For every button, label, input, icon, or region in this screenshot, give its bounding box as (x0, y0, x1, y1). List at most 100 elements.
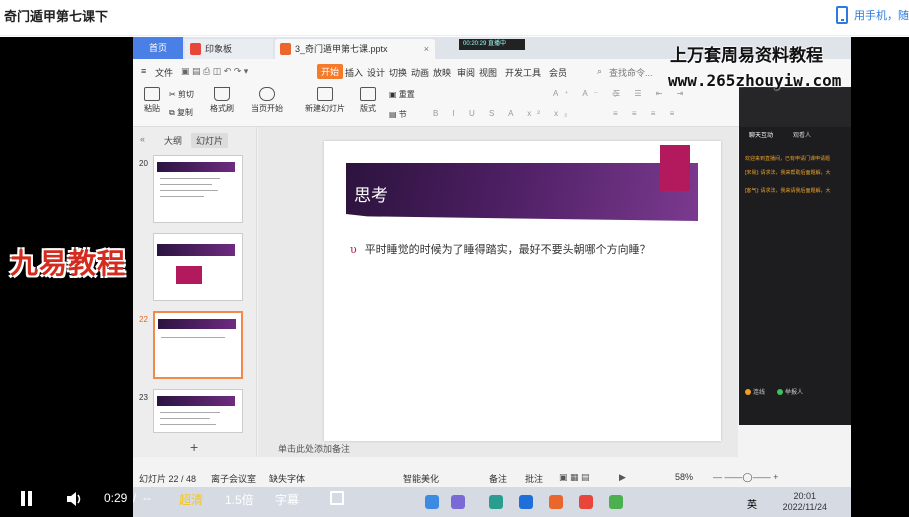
new-slide-label: 新建幻灯片 (305, 104, 345, 113)
slide-thumbnail (153, 389, 243, 433)
watermark-top: 上万套周易资料教程 (670, 46, 823, 65)
total-time: -- (143, 491, 151, 505)
menu-file: 文件 (155, 68, 174, 78)
thumbnail-number: 20 (139, 159, 148, 168)
mobile-link-label: 用手机，随 (854, 10, 909, 22)
tab-viewers: 观看人 (793, 133, 812, 139)
thumbnail-banner (157, 396, 235, 406)
pane-tabs: « 大纲 幻灯片 (133, 127, 257, 151)
quick-access-icons: ▣ ▤ ⎙ ◫ ↶ ↷ ▾ (181, 66, 249, 76)
reset-button: ▣ 重置 (389, 90, 415, 99)
copy-label: 复制 (176, 108, 193, 117)
tab-board: 印象板 (185, 39, 273, 59)
chat-header (739, 87, 851, 127)
slide-title-banner (346, 163, 698, 221)
paste-icon (144, 87, 160, 101)
thumbnail-number: 22 (139, 315, 148, 324)
tab-pptx-label: 3_奇门遁甲第七课.pptx (295, 44, 388, 54)
board-icon (190, 43, 201, 55)
font-format-icons: B I U S A x² x₂ (433, 109, 574, 118)
thumbnail-row-selected: 22 (133, 311, 253, 383)
video-screen: 首页 印象板 3_奇门遁甲第七课.pptx × 00:20:29 直播中 ≡ 文… (133, 37, 851, 517)
tab-home: 首页 (133, 37, 183, 59)
thumbnail-banner (158, 319, 236, 329)
volume-icon (67, 492, 81, 506)
menu-icon: ≡ (141, 66, 147, 76)
copy-button: ⧉ 复制 (169, 108, 193, 117)
mobile-view-link[interactable]: 用手机，随 (836, 4, 909, 26)
align-icons: ≡ ≡ ≡ ≡ (613, 109, 681, 118)
layout-icon (360, 87, 376, 101)
slide-thumbnail (153, 233, 243, 301)
report-label: 举报人 (785, 390, 804, 396)
tab-outline: 大纲 (164, 136, 183, 146)
current-time: 0:29 (104, 491, 128, 505)
menu-design: 设计 (367, 68, 386, 78)
reset-label: 重置 (398, 90, 415, 99)
video-player[interactable]: 首页 印象板 3_奇门遁甲第七课.pptx × 00:20:29 直播中 ≡ 文… (0, 37, 909, 517)
slide-bullet-text: 平时睡觉的时候为了睡得踏实，最好不要头朝哪个方向睡？ (364, 243, 651, 256)
phone-icon (836, 6, 848, 24)
time-separator: / (133, 491, 137, 505)
tab-board-label: 印象板 (205, 44, 233, 54)
slideshow-icon: ▶ (619, 472, 626, 482)
watermark-url: www.265zhouyiw.com (668, 71, 842, 90)
thumbnail-text-line (160, 418, 210, 419)
menu-view: 视图 (479, 68, 498, 78)
brush-icon (214, 87, 230, 101)
quality-button[interactable]: 超清 (179, 491, 203, 508)
new-slide-icon (317, 87, 333, 101)
thumbnail-row: 21 (133, 233, 253, 305)
menu-slideshow: 放映 (433, 68, 452, 78)
thumbnail-number: 21 (139, 237, 148, 246)
cut-label: 剪切 (177, 90, 194, 99)
page-header: 奇门遁甲第七课下 用手机，随 (0, 0, 909, 36)
format-painter-button: 格式刷 (207, 87, 237, 114)
menu-animation: 动画 (411, 68, 430, 78)
ppt-file-icon (280, 43, 291, 55)
slide-bullet: υ 平时睡觉的时候为了睡得踏实，最好不要头朝哪个方向睡？ (350, 241, 651, 257)
bullet-icon: υ (350, 243, 357, 256)
live-status-chip: 00:20:29 直播中 (459, 39, 525, 50)
play-from-current-label: 当页开始 (251, 104, 283, 113)
tab-slides: 幻灯片 (191, 133, 229, 148)
layout-button: 版式 (355, 87, 381, 114)
connect-dot-icon (745, 388, 751, 395)
thumbnail-text-line (160, 412, 220, 413)
current-slide: 思考 υ 平时睡觉的时候为了睡得踏实，最好不要头朝哪个方向睡？ (324, 141, 721, 441)
paste-label: 粘贴 (144, 104, 160, 113)
play-from-current-button: 当页开始 (245, 87, 289, 114)
menu-start: 开始 (317, 64, 344, 79)
search-command: 查找命令... (609, 68, 653, 78)
connect-label: 连线 (753, 390, 766, 396)
pause-button[interactable] (20, 491, 34, 507)
search-icon: ⌕ (597, 66, 603, 76)
notes-placeholder: 单击此处添加备注 (278, 444, 351, 454)
connect-button: 连线 (745, 387, 765, 396)
fullscreen-button[interactable] (330, 491, 344, 505)
slide-thumbnail-pane: « 大纲 幻灯片 20 21 (133, 127, 257, 457)
thumbnail-text-line (160, 178, 220, 179)
play-icon (259, 87, 275, 101)
layout-label: 版式 (360, 104, 376, 113)
menu-developer: 开发工具 (505, 68, 542, 78)
slide-title: 思考 (354, 186, 388, 206)
chat-message: [客气]: 请求法，我来请我后面题解，大 (745, 188, 831, 194)
page-title: 奇门遁甲第七课下 (4, 9, 109, 24)
thumbnail-number: 23 (139, 393, 148, 402)
subtitle-button[interactable]: 字幕 (275, 491, 299, 508)
add-slide-icon: + (190, 439, 199, 455)
thumbnail-text-line (160, 424, 216, 425)
list-icons: ☰ ☰ ⇤ ⇥ (613, 89, 690, 98)
slide-accent-block (660, 145, 690, 191)
speed-button[interactable]: 1.5倍 (225, 491, 254, 508)
slide-thumbnail-selected (153, 311, 243, 379)
menu-transition: 切换 (389, 68, 408, 78)
format-painter-label: 格式刷 (210, 104, 234, 113)
volume-button[interactable] (66, 491, 84, 507)
paste-button: 粘贴 (141, 87, 163, 114)
thumbnail-block (176, 266, 202, 284)
section-label: 节 (398, 110, 407, 119)
tab-chat: 聊天互动 (749, 133, 774, 139)
menu-insert: 插入 (345, 68, 364, 78)
